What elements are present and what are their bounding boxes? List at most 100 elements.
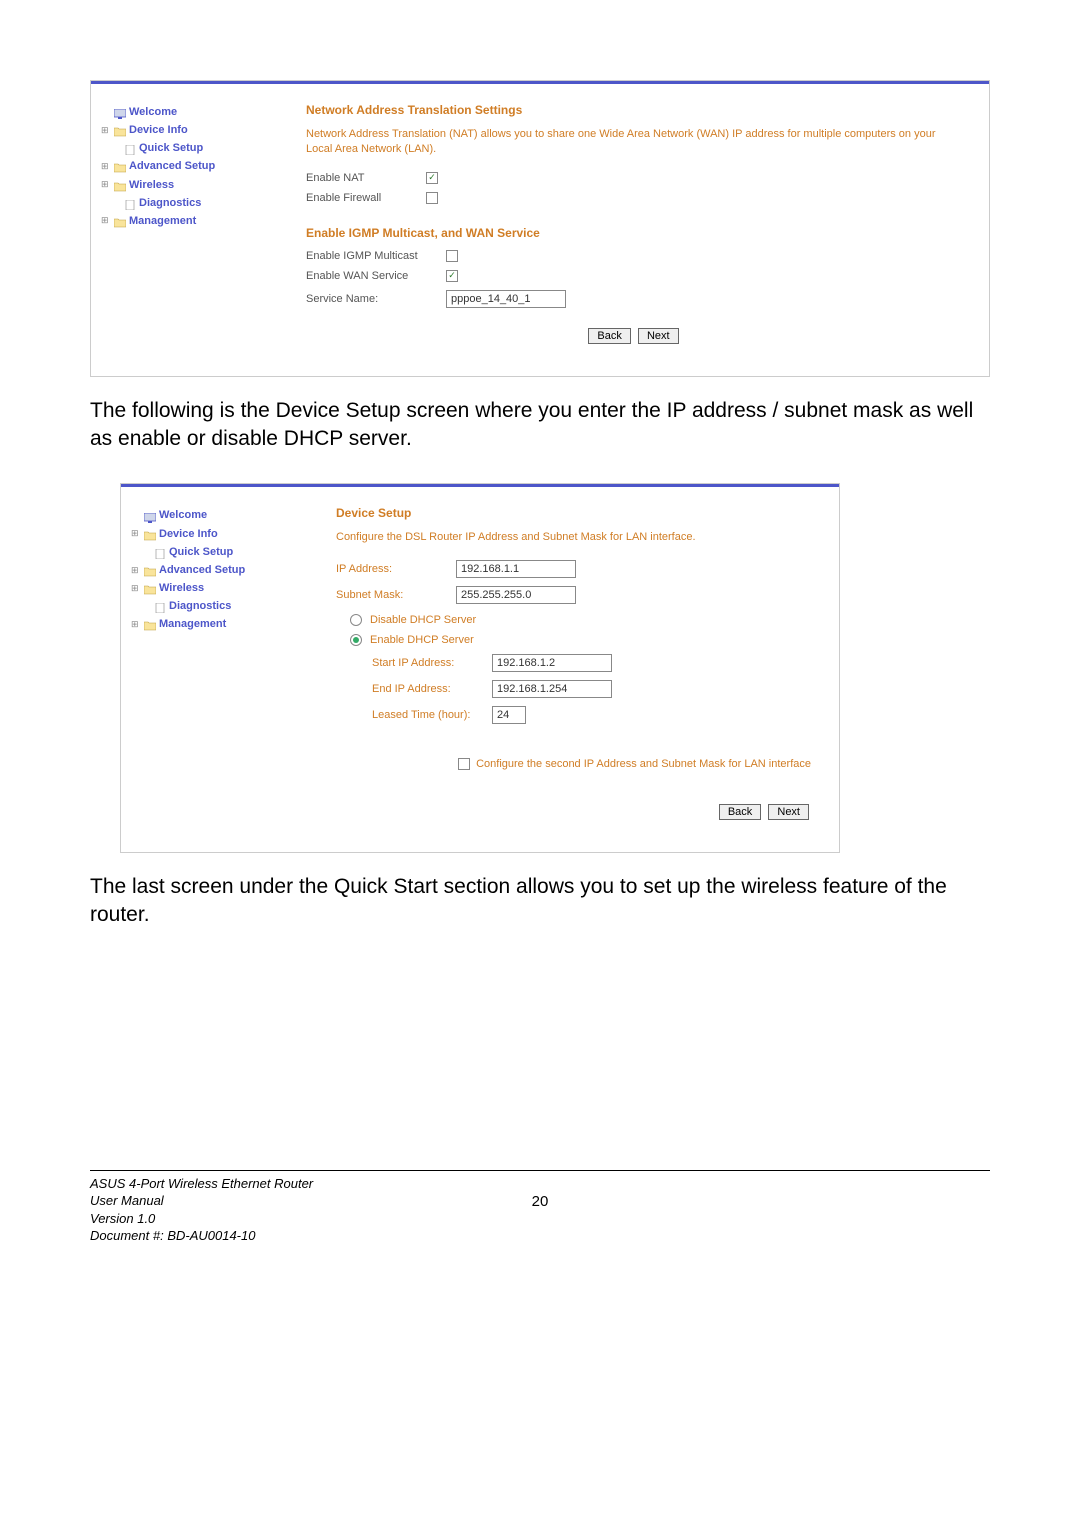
disable-dhcp-row: Disable DHCP Server (350, 614, 811, 626)
enable-wan-label: Enable WAN Service (306, 270, 446, 282)
back-button[interactable]: Back (719, 804, 761, 820)
section-title-2: Enable IGMP Multicast, and WAN Service (306, 226, 961, 240)
start-ip-row: Start IP Address: (372, 654, 811, 672)
body-paragraph-1: The following is the Device Setup screen… (90, 397, 990, 454)
footer-line-1: ASUS 4-Port Wireless Ethernet Router (90, 1175, 990, 1193)
nav-label: Welcome (159, 506, 207, 524)
enable-wan-row: Enable WAN Service ✓ (306, 270, 961, 282)
second-ip-label: Configure the second IP Address and Subn… (476, 758, 811, 770)
nav-label: Device Info (159, 525, 218, 543)
enable-wan-checkbox[interactable]: ✓ (446, 270, 458, 282)
end-ip-row: End IP Address: (372, 680, 811, 698)
nav-welcome[interactable]: Welcome (101, 103, 271, 121)
nav-diagnostics[interactable]: Diagnostics (101, 194, 271, 212)
folder-icon (114, 180, 126, 190)
nat-content: Network Address Translation Settings Net… (281, 85, 989, 376)
nat-settings-screenshot: Welcome Device Info Quick Setup Advanced… (90, 80, 990, 377)
nav-advanced-setup[interactable]: Advanced Setup (101, 157, 271, 175)
nav-management[interactable]: Management (131, 615, 301, 633)
service-name-label: Service Name: (306, 293, 446, 305)
nav-device-info[interactable]: Device Info (131, 525, 301, 543)
nav-tree: Welcome Device Info Quick Setup Advanced… (91, 85, 281, 376)
folder-icon (114, 125, 126, 135)
nav-label: Device Info (129, 121, 188, 139)
device-setup-content: Device Setup Configure the DSL Router IP… (311, 488, 839, 851)
nav-welcome[interactable]: Welcome (131, 506, 301, 524)
service-name-input[interactable] (446, 290, 566, 308)
nav-label: Advanced Setup (159, 561, 245, 579)
page-icon (124, 143, 136, 153)
section-desc: Network Address Translation (NAT) allows… (306, 127, 961, 158)
subnet-mask-row: Subnet Mask: (336, 586, 811, 604)
nav-diagnostics[interactable]: Diagnostics (131, 597, 301, 615)
nav-advanced-setup[interactable]: Advanced Setup (131, 561, 301, 579)
disable-dhcp-radio[interactable] (350, 614, 362, 626)
next-button[interactable]: Next (768, 804, 809, 820)
folder-icon (114, 161, 126, 171)
subnet-mask-label: Subnet Mask: (336, 589, 456, 601)
subnet-mask-input[interactable] (456, 586, 576, 604)
start-ip-input[interactable] (492, 654, 612, 672)
nav-management[interactable]: Management (101, 212, 271, 230)
nav-wireless[interactable]: Wireless (101, 176, 271, 194)
leased-time-row: Leased Time (hour): (372, 706, 811, 724)
section-title: Network Address Translation Settings (306, 103, 961, 117)
section-title: Device Setup (336, 506, 811, 520)
page-number: 20 (532, 1192, 549, 1212)
nav-quick-setup[interactable]: Quick Setup (101, 139, 271, 157)
nav-quick-setup[interactable]: Quick Setup (131, 543, 301, 561)
nav-label: Diagnostics (139, 194, 201, 212)
second-ip-checkbox[interactable] (458, 758, 470, 770)
start-ip-label: Start IP Address: (372, 657, 492, 669)
enable-dhcp-label: Enable DHCP Server (370, 634, 474, 646)
page-icon (124, 198, 136, 208)
second-ip-row: Configure the second IP Address and Subn… (336, 758, 811, 770)
enable-firewall-row: Enable Firewall (306, 192, 961, 204)
button-row: Back Next (306, 328, 961, 344)
leased-time-input[interactable] (492, 706, 526, 724)
footer-line-2: User Manual 20 (90, 1192, 990, 1210)
ip-address-label: IP Address: (336, 563, 456, 575)
nav-tree: Welcome Device Info Quick Setup Advanced… (121, 488, 311, 851)
next-button[interactable]: Next (638, 328, 679, 344)
enable-firewall-label: Enable Firewall (306, 192, 426, 204)
end-ip-input[interactable] (492, 680, 612, 698)
body-paragraph-2: The last screen under the Quick Start se… (90, 873, 990, 930)
nav-wireless[interactable]: Wireless (131, 579, 301, 597)
button-row: Back Next (336, 804, 811, 820)
device-setup-screenshot: Welcome Device Info Quick Setup Advanced… (120, 483, 840, 852)
enable-igmp-label: Enable IGMP Multicast (306, 250, 446, 262)
nav-label: Welcome (129, 103, 177, 121)
ip-address-input[interactable] (456, 560, 576, 578)
nav-label: Quick Setup (139, 139, 203, 157)
page-icon (154, 601, 166, 611)
nav-label: Quick Setup (169, 543, 233, 561)
enable-dhcp-row: Enable DHCP Server (350, 634, 811, 646)
enable-nat-row: Enable NAT ✓ (306, 172, 961, 184)
ip-address-row: IP Address: (336, 560, 811, 578)
section-desc: Configure the DSL Router IP Address and … (336, 530, 811, 545)
monitor-icon (114, 107, 126, 117)
footer-rule (90, 1170, 990, 1171)
nav-label: Advanced Setup (129, 157, 215, 175)
enable-firewall-checkbox[interactable] (426, 192, 438, 204)
folder-icon (144, 565, 156, 575)
enable-nat-checkbox[interactable]: ✓ (426, 172, 438, 184)
nav-label: Management (129, 212, 196, 230)
nav-label: Diagnostics (169, 597, 231, 615)
nav-label: Wireless (159, 579, 204, 597)
monitor-icon (144, 511, 156, 521)
enable-igmp-checkbox[interactable] (446, 250, 458, 262)
nav-device-info[interactable]: Device Info (101, 121, 271, 139)
enable-igmp-row: Enable IGMP Multicast (306, 250, 961, 262)
enable-dhcp-radio[interactable] (350, 634, 362, 646)
folder-icon (144, 619, 156, 629)
page-footer: ASUS 4-Port Wireless Ethernet Router Use… (90, 1170, 990, 1245)
service-name-row: Service Name: (306, 290, 961, 308)
enable-nat-label: Enable NAT (306, 172, 426, 184)
footer-manual-label: User Manual (90, 1193, 164, 1208)
back-button[interactable]: Back (588, 328, 630, 344)
folder-icon (144, 529, 156, 539)
folder-icon (114, 216, 126, 226)
page-icon (154, 547, 166, 557)
